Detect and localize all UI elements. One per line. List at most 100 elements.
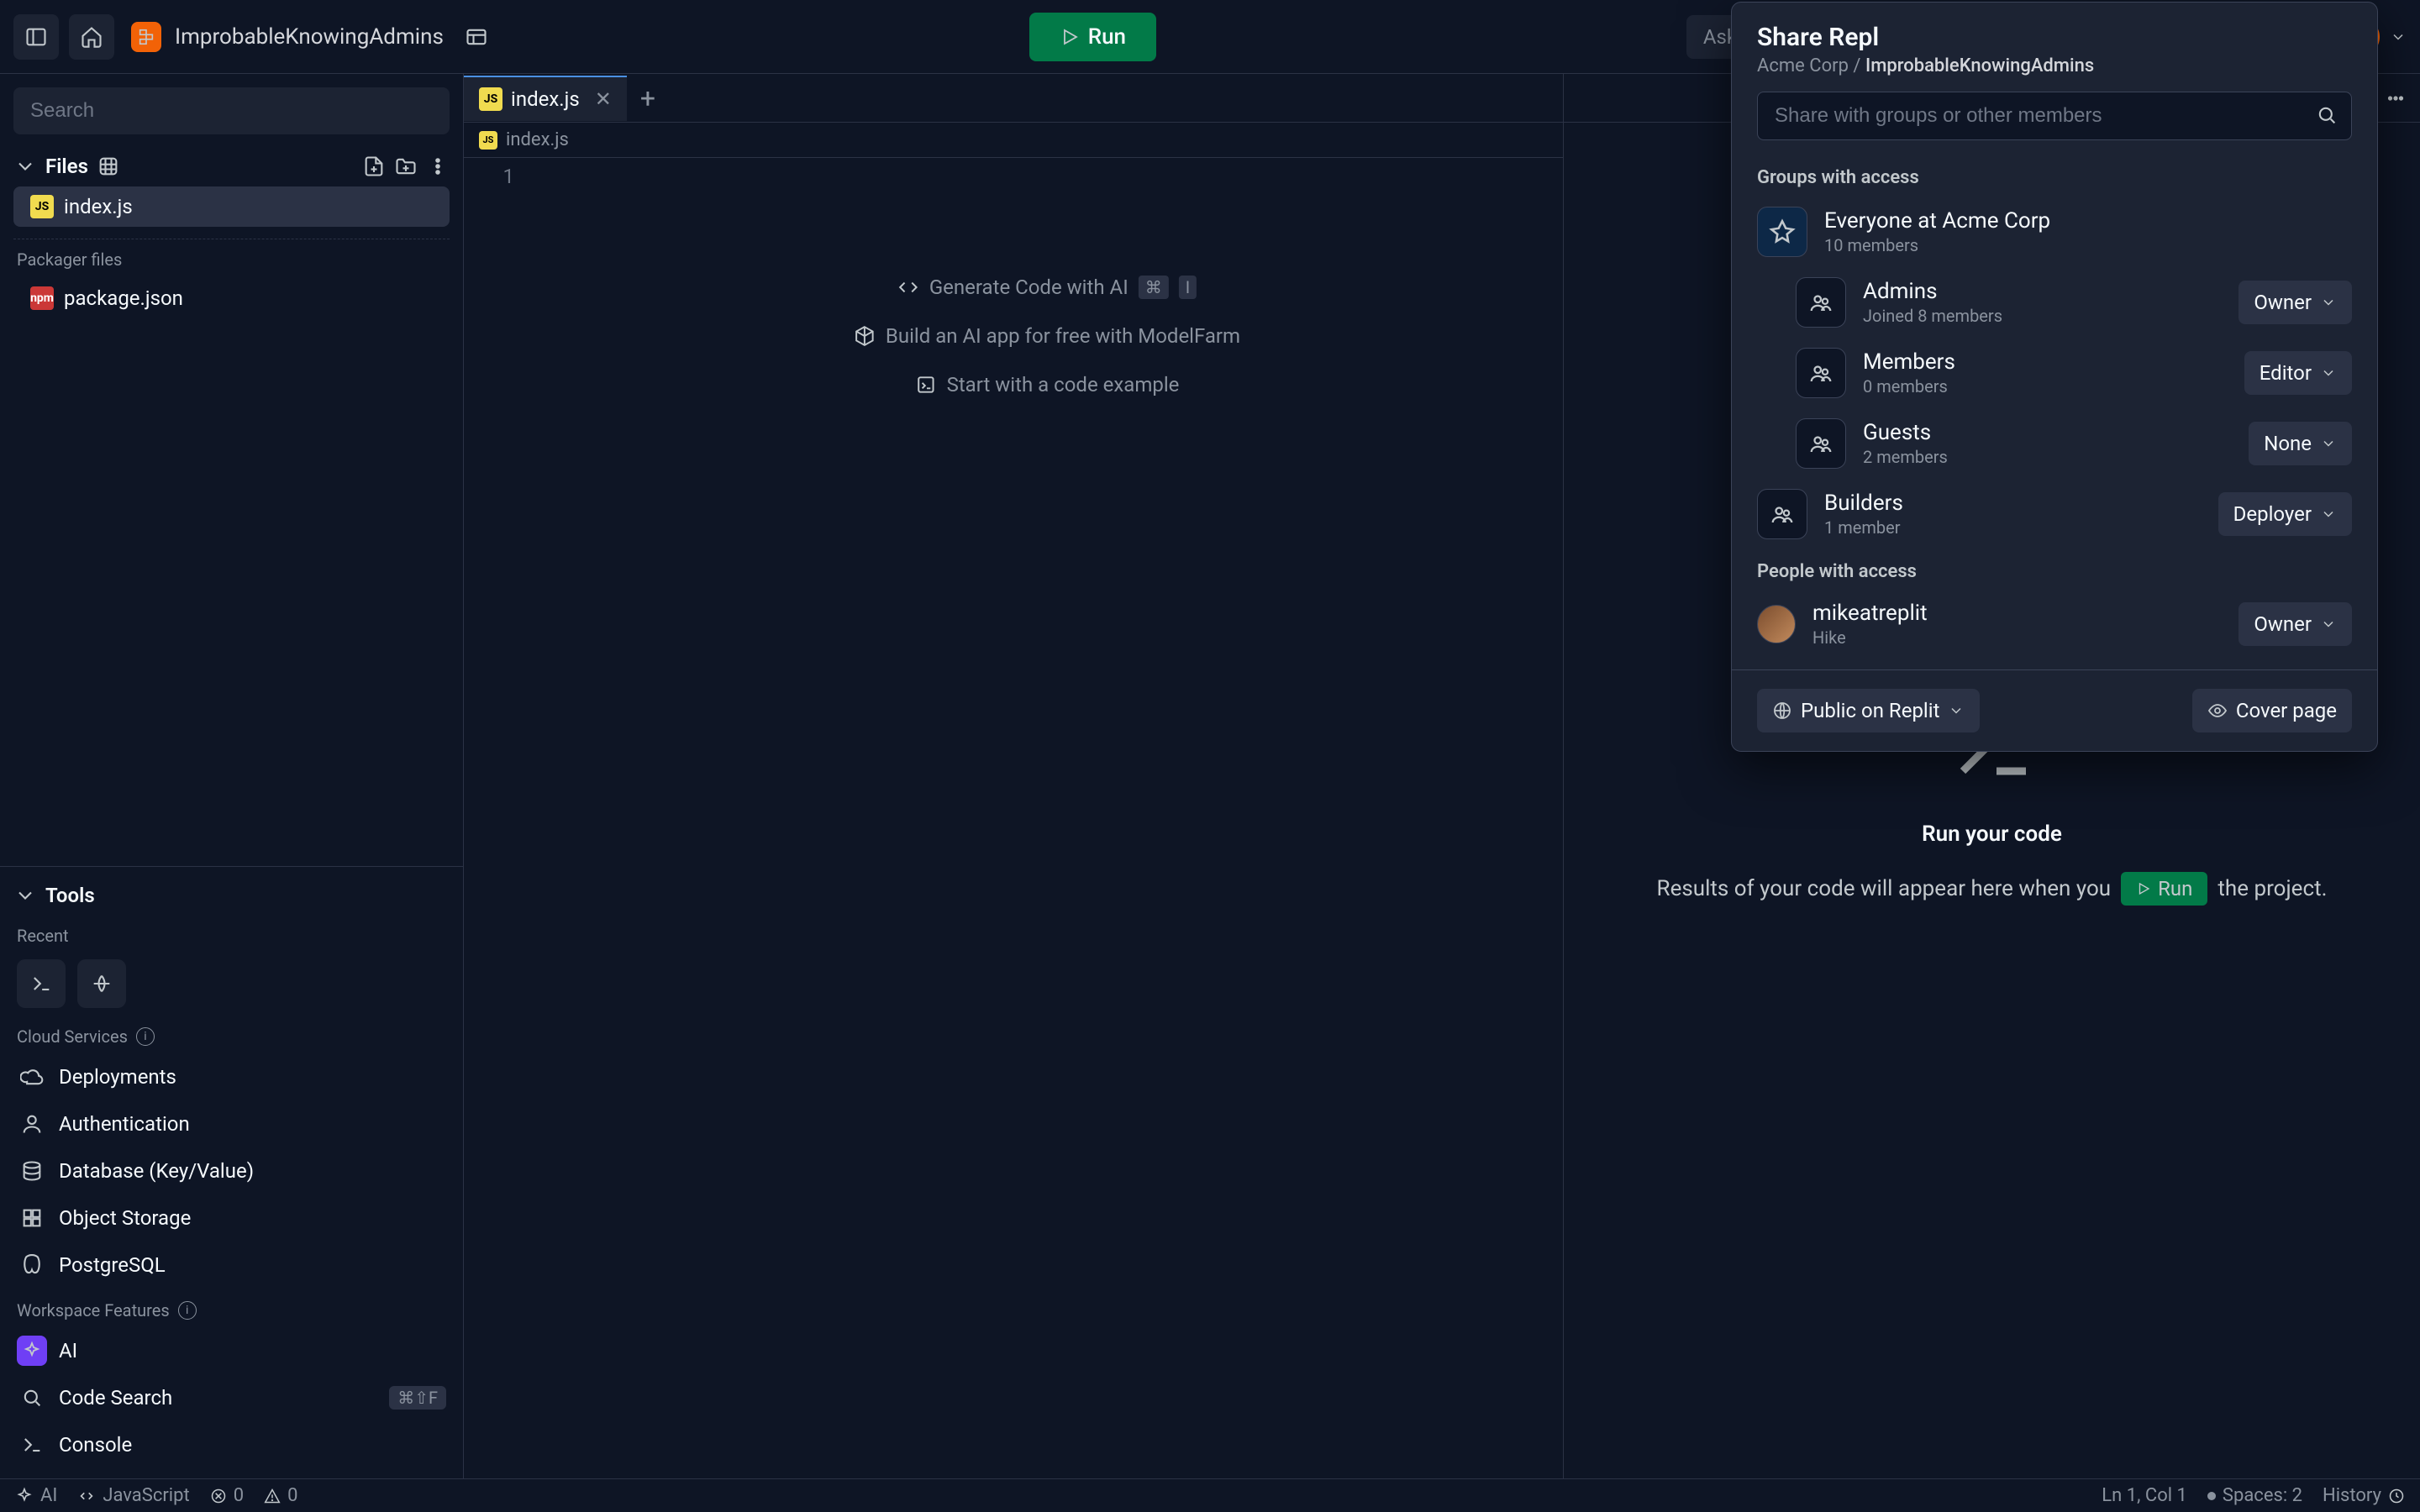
main-area: Files JS index.js Packager files npm pac… (0, 74, 2420, 1478)
shortcut-label: ⌘⇧F (389, 1386, 446, 1410)
chevron-down-icon (13, 884, 37, 907)
run-button[interactable]: Run (1029, 13, 1156, 61)
group-row-everyone: Everyone at Acme Corp 10 members (1757, 197, 2352, 267)
role-dropdown-person[interactable]: Owner (2238, 602, 2352, 646)
run-description: Results of your code will appear here wh… (1657, 872, 2328, 906)
tool-deployments[interactable]: Deployments (0, 1053, 463, 1100)
run-button-label: Run (1088, 24, 1126, 50)
chevron-down-icon (2320, 294, 2337, 311)
sidebar: Files JS index.js Packager files npm pac… (0, 74, 464, 1478)
packager-label: Packager files (0, 249, 463, 276)
status-language[interactable]: JavaScript (77, 1485, 189, 1506)
tools-label: Tools (45, 884, 95, 907)
search-icon (2315, 103, 2338, 127)
js-file-icon: JS (479, 87, 502, 111)
share-search-input[interactable] (1757, 92, 2352, 140)
role-dropdown-guests[interactable]: None (2249, 422, 2352, 465)
panel-toggle-button[interactable] (13, 14, 59, 60)
tools-header[interactable]: Tools (0, 877, 463, 914)
js-file-icon: JS (30, 195, 54, 218)
status-ai[interactable]: AI (15, 1485, 57, 1506)
tool-postgres[interactable]: PostgreSQL (0, 1242, 463, 1289)
home-button[interactable] (69, 14, 114, 60)
project-menu-button[interactable] (454, 14, 499, 60)
tool-auth[interactable]: Authentication (0, 1100, 463, 1147)
npm-file-icon: npm (30, 286, 54, 310)
chevron-down-icon (13, 155, 37, 178)
chevron-down-icon (2320, 506, 2337, 522)
files-header[interactable]: Files (0, 148, 463, 185)
hint-example[interactable]: Start with a code example (915, 373, 1180, 396)
line-gutter: 1 (464, 158, 531, 1478)
project-title[interactable]: ImprobableKnowingAdmins (175, 24, 444, 50)
groups-section-label: Groups with access (1757, 155, 2352, 197)
hint-generate-ai[interactable]: Generate Code with AI ⌘ I (897, 276, 1197, 299)
status-bar: AI JavaScript 0 0 Ln 1, Col 1 Spaces: 2 … (0, 1478, 2420, 1512)
group-row-members: Members 0 members Editor (1757, 338, 2352, 408)
right-panel: Run your code Results of your code will … (1563, 74, 2420, 1478)
replit-logo-icon (131, 22, 161, 52)
tool-ai[interactable]: AI (0, 1327, 463, 1374)
visibility-dropdown[interactable]: Public on Replit (1757, 689, 1980, 732)
tool-console[interactable] (77, 959, 126, 1008)
group-row-builders: Builders 1 member Deployer (1757, 479, 2352, 549)
new-file-icon[interactable] (362, 155, 386, 178)
status-warnings[interactable]: 0 (264, 1485, 297, 1506)
group-row-admins: Admins Joined 8 members Owner (1757, 267, 2352, 338)
tool-storage[interactable]: Object Storage (0, 1194, 463, 1242)
chevron-down-icon (2320, 616, 2337, 633)
info-icon[interactable]: i (178, 1301, 197, 1320)
globe-icon (1772, 701, 1792, 721)
sidebar-search-input[interactable] (13, 87, 450, 134)
file-item-package[interactable]: npm package.json (13, 278, 450, 318)
cover-page-button[interactable]: Cover page (2192, 689, 2352, 732)
role-dropdown-admins[interactable]: Owner (2238, 281, 2352, 324)
breadcrumb[interactable]: JS index.js (464, 123, 1563, 158)
run-headline: Run your code (1922, 822, 2062, 847)
add-tab-button[interactable]: + (627, 82, 669, 114)
new-folder-icon[interactable] (394, 155, 418, 178)
inline-run-chip: Run (2121, 872, 2207, 906)
group-icon (1757, 489, 1807, 539)
cloud-header: Cloud Services i (0, 1015, 463, 1053)
workspace-header: Workspace Features i (0, 1289, 463, 1327)
editor-tab-bar: JS index.js ✕ + (464, 74, 1563, 123)
eye-icon (2207, 701, 2228, 721)
share-popover: Share Repl Acme Corp / ImprobableKnowing… (1731, 2, 2378, 752)
group-row-guests: Guests 2 members None (1757, 408, 2352, 479)
tool-shell[interactable] (17, 959, 66, 1008)
close-tab-icon[interactable]: ✕ (595, 87, 612, 111)
person-row: mikeatreplit Hike Owner (1757, 591, 2352, 658)
group-icon (1796, 277, 1846, 328)
status-history[interactable]: History (2323, 1485, 2405, 1506)
tool-database[interactable]: Database (Key/Value) (0, 1147, 463, 1194)
files-more-icon[interactable] (426, 155, 450, 178)
info-icon[interactable]: i (136, 1027, 155, 1046)
file-name: package.json (64, 286, 183, 310)
status-spaces[interactable]: Spaces: 2 (2207, 1485, 2302, 1506)
file-item-index[interactable]: JS index.js (13, 186, 450, 227)
share-footer: Public on Replit Cover page (1732, 669, 2377, 751)
hash-icon[interactable] (97, 155, 120, 178)
hint-modelfarm[interactable]: Build an AI app for free with ModelFarm (854, 324, 1240, 348)
editor-area: JS index.js ✕ + JS index.js 1 Generate C… (464, 74, 1563, 1478)
group-icon (1796, 348, 1846, 398)
people-section-label: People with access (1757, 549, 2352, 591)
tool-code-search[interactable]: Code Search ⌘⇧F (0, 1374, 463, 1421)
js-file-icon: JS (479, 131, 497, 150)
tab-label: index.js (511, 87, 580, 111)
editor-content[interactable]: Generate Code with AI ⌘ I Build an AI ap… (531, 158, 1563, 1478)
more-icon[interactable] (2385, 87, 2407, 109)
file-name: index.js (64, 195, 133, 218)
editor-tab-index[interactable]: JS index.js ✕ (464, 76, 627, 121)
chevron-down-icon (2320, 365, 2337, 381)
role-dropdown-builders[interactable]: Deployer (2218, 492, 2352, 536)
status-position[interactable]: Ln 1, Col 1 (2102, 1485, 2187, 1506)
role-dropdown-members[interactable]: Editor (2244, 351, 2352, 395)
editor-hints: Generate Code with AI ⌘ I Build an AI ap… (854, 276, 1240, 396)
status-errors[interactable]: 0 (210, 1485, 244, 1506)
avatar-chevron-icon[interactable] (2390, 29, 2407, 45)
org-logo-icon (1757, 207, 1807, 257)
tool-console-item[interactable]: Console (0, 1421, 463, 1468)
share-subtitle: Acme Corp / ImprobableKnowingAdmins (1757, 55, 2352, 76)
